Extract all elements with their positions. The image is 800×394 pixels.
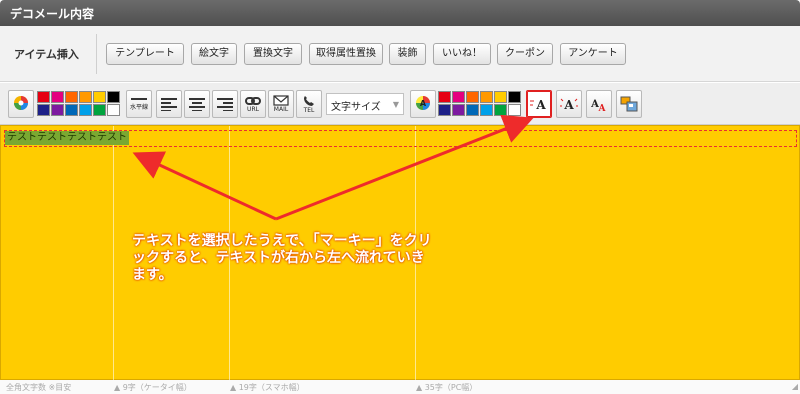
resize-handle-icon[interactable]: ◢	[792, 382, 798, 393]
guide-mobile: ▲ 9字（ケータイ幅）	[114, 383, 192, 392]
annotation-arrows	[132, 114, 534, 221]
guide-pc: ▲ 35字（PC幅）	[416, 383, 478, 392]
char-width-guide: 全角文字数 ※目安 ▲ 9字（ケータイ幅） ▲ 19字（スマホ幅） ▲ 35字（…	[0, 380, 800, 394]
arrow-to-marquee-button	[275, 114, 534, 221]
arrow-to-selected-text	[132, 151, 277, 221]
guide-note: 全角文字数 ※目安	[6, 383, 72, 392]
guide-smartphone: ▲ 19字（スマホ幅）	[230, 383, 305, 392]
